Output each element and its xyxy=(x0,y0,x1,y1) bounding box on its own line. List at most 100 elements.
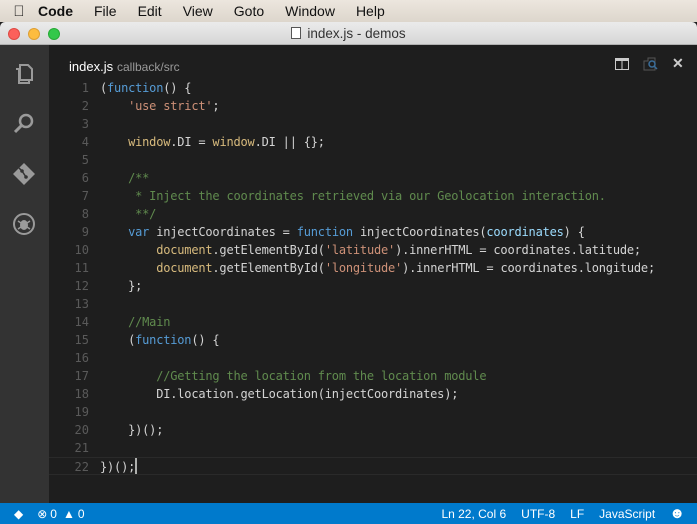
title-bar: index.js - demos xyxy=(0,22,697,45)
code-line[interactable]: 16 xyxy=(49,349,697,367)
code-token: document xyxy=(156,261,213,275)
code-text: /** xyxy=(100,169,149,187)
code-token: 'latitude' xyxy=(324,243,396,257)
menu-window[interactable]: Window xyxy=(285,3,335,19)
code-token: ( xyxy=(100,81,108,95)
code-line[interactable]: 9 var injectCoordinates = function injec… xyxy=(49,223,697,241)
line-number: 2 xyxy=(81,99,89,113)
code-token: 'use strict' xyxy=(128,99,213,113)
code-token: .getElementById( xyxy=(212,243,325,257)
line-number: 3 xyxy=(81,117,89,131)
code-line[interactable]: 4 window.DI = window.DI || {}; xyxy=(49,133,697,151)
code-token: * Inject the coordinates retrieved via o… xyxy=(100,189,606,203)
code-line[interactable]: 2 'use strict'; xyxy=(49,97,697,115)
code-line[interactable]: 12 }; xyxy=(49,277,697,295)
code-line[interactable]: 8 **/ xyxy=(49,205,697,223)
line-number: 19 xyxy=(74,405,89,419)
code-token: window xyxy=(212,135,255,149)
menu-app[interactable]: Code xyxy=(38,3,73,19)
code-token: })(); xyxy=(100,460,136,474)
code-token: ).innerHTML = coordinates.longitude; xyxy=(402,261,655,275)
code-line[interactable]: 6 /** xyxy=(49,169,697,187)
document-icon xyxy=(291,27,302,39)
tab-file-name[interactable]: index.js xyxy=(69,59,113,74)
code-line[interactable]: 10 document.getElementById('latitude').i… xyxy=(49,241,697,259)
code-line[interactable]: 19 xyxy=(49,403,697,421)
code-token: **/ xyxy=(100,207,157,221)
code-token: () { xyxy=(191,333,220,347)
close-tab-icon[interactable]: ✕ xyxy=(672,55,684,72)
split-editor-icon[interactable] xyxy=(615,57,629,73)
menu-help[interactable]: Help xyxy=(356,3,385,19)
line-number: 7 xyxy=(81,189,89,203)
menu-file[interactable]: File xyxy=(94,3,117,19)
code-token: () { xyxy=(163,81,192,95)
code-text: document.getElementById('longitude').inn… xyxy=(100,259,655,277)
code-line[interactable]: 13 xyxy=(49,295,697,313)
code-line[interactable]: 5 xyxy=(49,151,697,169)
code-text: }; xyxy=(100,277,142,295)
menu-bar:  Code File Edit View Goto Window Help xyxy=(0,0,697,22)
line-number: 17 xyxy=(74,369,89,383)
code-text: DI.location.getLocation(injectCoordinate… xyxy=(100,385,458,403)
code-text: var injectCoordinates = function injectC… xyxy=(100,223,585,241)
code-line[interactable]: 3 xyxy=(49,115,697,133)
code-editor[interactable]: 1 (function() {2 'use strict'; 3 4 window.D… xyxy=(49,79,697,479)
code-text: document.getElementById('latitude').inne… xyxy=(100,241,641,259)
code-text: window.DI = window.DI || {}; xyxy=(100,133,325,151)
line-number: 15 xyxy=(74,333,89,347)
apple-icon[interactable]:  xyxy=(0,3,38,20)
code-token: injectCoordinates = xyxy=(149,225,297,239)
code-token: .DI || {}; xyxy=(254,135,325,149)
code-line[interactable]: 18 DI.location.getLocation(injectCoordin… xyxy=(49,385,697,403)
code-token: /** xyxy=(100,171,150,185)
line-number: 9 xyxy=(81,225,89,239)
code-text: })(); xyxy=(100,458,138,476)
code-line[interactable]: 11 document.getElementById('longitude').… xyxy=(49,259,697,277)
line-number: 1 xyxy=(81,81,89,95)
feedback-smiley-icon[interactable]: ☻ xyxy=(669,505,685,522)
menu-goto[interactable]: Goto xyxy=(234,3,264,19)
line-number: 12 xyxy=(74,279,89,293)
code-line[interactable]: 15 (function() { xyxy=(49,331,697,349)
code-line[interactable]: 20 })(); xyxy=(49,421,697,439)
code-line[interactable]: 1 (function() { xyxy=(49,79,697,97)
code-token: //Main xyxy=(100,315,171,329)
git-branch-icon[interactable]: ◆ xyxy=(14,507,23,521)
code-token: ) { xyxy=(563,225,585,239)
code-token: function xyxy=(135,333,192,347)
code-text: * Inject the coordinates retrieved via o… xyxy=(100,187,606,205)
language-mode[interactable]: JavaScript xyxy=(599,507,655,521)
code-text: (function() { xyxy=(100,79,192,97)
search-icon[interactable] xyxy=(12,112,36,136)
code-line[interactable]: 14 //Main xyxy=(49,313,697,331)
code-line[interactable]: 17 //Getting the location from the locat… xyxy=(49,367,697,385)
code-token: function xyxy=(296,225,353,239)
code-token: window xyxy=(128,135,171,149)
debug-icon[interactable] xyxy=(12,212,36,236)
code-line[interactable]: 22})(); xyxy=(49,457,697,475)
git-icon[interactable] xyxy=(12,162,36,186)
warning-icon[interactable]: ▲ xyxy=(63,507,75,521)
menu-view[interactable]: View xyxy=(183,3,213,19)
code-line[interactable]: 7 * Inject the coordinates retrieved via… xyxy=(49,187,697,205)
line-ending[interactable]: LF xyxy=(570,507,584,521)
encoding[interactable]: UTF-8 xyxy=(521,507,555,521)
line-number: 10 xyxy=(74,243,89,257)
cursor-position[interactable]: Ln 22, Col 6 xyxy=(441,507,506,521)
code-token: .DI = xyxy=(170,135,213,149)
error-icon[interactable]: ⊗ xyxy=(37,507,47,521)
activity-bar xyxy=(0,45,49,503)
code-text: //Main xyxy=(100,313,170,331)
code-line[interactable]: 21 xyxy=(49,439,697,457)
line-number: 6 xyxy=(81,171,89,185)
warning-count[interactable]: 0 xyxy=(78,507,85,521)
error-count[interactable]: 0 xyxy=(50,507,57,521)
open-preview-icon[interactable] xyxy=(643,57,659,74)
menu-edit[interactable]: Edit xyxy=(138,3,162,19)
explorer-icon[interactable] xyxy=(12,62,36,86)
code-token: coordinates xyxy=(486,225,564,239)
code-token: function xyxy=(107,81,164,95)
